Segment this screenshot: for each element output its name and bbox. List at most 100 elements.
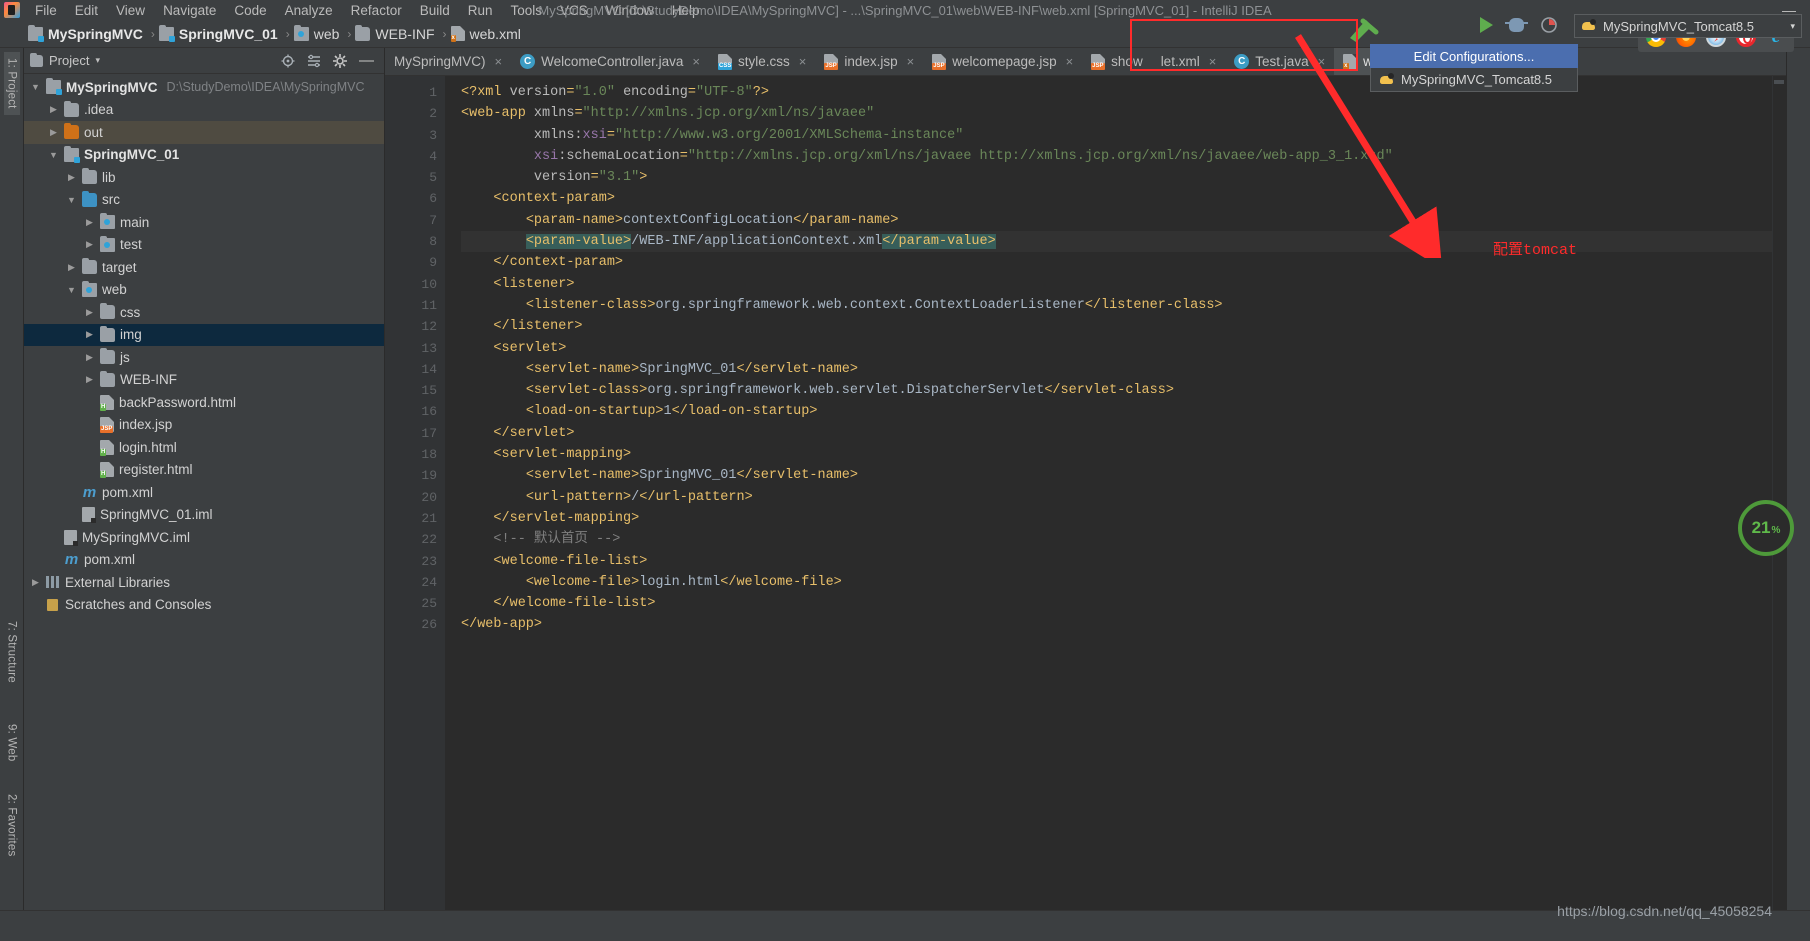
code-line-6[interactable]: <context-param> — [461, 188, 1772, 209]
code-line-10[interactable]: <listener> — [461, 274, 1772, 295]
code-line-19[interactable]: <servlet-name>SpringMVC_01</servlet-name… — [461, 465, 1772, 486]
close-icon[interactable]: × — [799, 54, 807, 69]
code-line-14[interactable]: <servlet-name>SpringMVC_01</servlet-name… — [461, 359, 1772, 380]
project-tree[interactable]: ▼ MySpringMVC D:\StudyDemo\IDEA\MySpringMV… — [24, 74, 384, 910]
sidebar-item-web[interactable]: 9: Web — [4, 718, 20, 767]
editor-tab-myspringmvc[interactable]: MySpringMVC) × — [385, 48, 511, 75]
tree-item-login-html[interactable]: ▶Hlogin.html — [24, 436, 384, 459]
tree-expand-arrow-icon[interactable]: ▼ — [48, 150, 59, 160]
editor-code[interactable]: <?xml version="1.0" encoding="UTF-8"?> <w… — [445, 76, 1772, 910]
tree-item-main[interactable]: ▶ main — [24, 211, 384, 234]
code-line-3[interactable]: xmlns:xsi="http://www.w3.org/2001/XMLSch… — [461, 125, 1772, 146]
menu-build[interactable]: Build — [411, 2, 459, 19]
menu-tools[interactable]: Tools — [502, 2, 552, 19]
menu-run[interactable]: Run — [459, 2, 502, 19]
code-line-26[interactable]: </web-app> — [461, 614, 1772, 635]
tree-expand-arrow-icon[interactable]: ▶ — [48, 127, 59, 138]
chevron-down-icon[interactable]: ▾ — [1790, 21, 1795, 32]
run-icon[interactable] — [1480, 17, 1493, 33]
code-line-2[interactable]: <web-app xmlns="http://xmlns.jcp.org/xml… — [461, 103, 1772, 124]
tree-item-web[interactable]: ▼ web — [24, 279, 384, 302]
breadcrumb-item-web[interactable]: web — [293, 24, 339, 42]
code-line-21[interactable]: </servlet-mapping> — [461, 508, 1772, 529]
tree-item-myspringmvc[interactable]: ▼ MySpringMVC D:\StudyDemo\IDEA\MySpringMV… — [24, 76, 384, 99]
tree-expand-arrow-icon[interactable]: ▶ — [84, 352, 95, 363]
menu-vcs[interactable]: VCS — [551, 2, 597, 19]
menu-file[interactable]: File — [26, 2, 66, 19]
sidebar-item-project[interactable]: 1: Project — [3, 52, 20, 115]
run-with-coverage-icon[interactable] — [1540, 16, 1558, 34]
tree-expand-arrow-icon[interactable]: ▶ — [84, 374, 95, 385]
close-icon[interactable]: × — [692, 54, 700, 69]
code-line-13[interactable]: <servlet> — [461, 338, 1772, 359]
close-icon[interactable]: × — [1209, 54, 1217, 69]
code-line-16[interactable]: <load-on-startup>1</load-on-startup> — [461, 401, 1772, 422]
tree-item-pom-xml[interactable]: ▶mpom.xml — [24, 481, 384, 504]
hide-panel-icon[interactable]: — — [359, 53, 374, 68]
editor-tab-welcomecontroller-java[interactable]: C WelcomeController.java × — [511, 48, 709, 75]
code-line-18[interactable]: <servlet-mapping> — [461, 444, 1772, 465]
breadcrumb-item-webinf[interactable]: WEB-INF — [355, 24, 435, 42]
menu-navigate[interactable]: Navigate — [154, 2, 225, 19]
menu-help[interactable]: Help — [663, 2, 709, 19]
menu-analyze[interactable]: Analyze — [276, 2, 342, 19]
menu-window[interactable]: Window — [597, 2, 663, 19]
editor-gutter[interactable]: 1 2⊟ 3 4 5 6⊟ 7 8 9┗10⊟ 11 12┗13⊟ 14 15 16 17┗18⊟ 19 20 2… — [385, 76, 460, 910]
code-line-24[interactable]: <welcome-file>login.html</welcome-file> — [461, 572, 1772, 593]
gear-icon[interactable] — [333, 53, 347, 68]
tree-expand-arrow-icon[interactable]: ▶ — [84, 239, 95, 250]
tree-expand-arrow-icon[interactable]: ▶ — [30, 577, 41, 588]
breadcrumb-item-webxml[interactable]: x web.xml — [450, 26, 521, 42]
code-line-20[interactable]: <url-pattern>/</url-pattern> — [461, 487, 1772, 508]
editor-tab-welcomepage-jsp[interactable]: JSP welcomepage.jsp × — [923, 48, 1082, 75]
tree-item-scratches-and-consoles[interactable]: ▶Scratches and Consoles — [24, 594, 384, 617]
tree-item-css[interactable]: ▶ css — [24, 301, 384, 324]
run-configuration-button[interactable]: MySpringMVC_Tomcat8.5 ▾ — [1574, 14, 1802, 38]
menu-code[interactable]: Code — [225, 2, 275, 19]
collapse-all-icon[interactable] — [307, 54, 321, 68]
run-configuration-dropdown-menu[interactable]: Edit Configurations... MySpringMVC_Tomca… — [1370, 44, 1578, 92]
tree-item-pom-xml[interactable]: ▶mpom.xml — [24, 549, 384, 572]
tree-item-backpassword-html[interactable]: ▶HbackPassword.html — [24, 391, 384, 414]
code-line-11[interactable]: <listener-class>org.springframework.web.… — [461, 295, 1772, 316]
code-line-5[interactable]: version="3.1"> — [461, 167, 1772, 188]
tree-expand-arrow-icon[interactable]: ▶ — [84, 307, 95, 318]
editor-tab-index-jsp[interactable]: JSP index.jsp × — [815, 48, 923, 75]
tree-item-web-inf[interactable]: ▶ WEB-INF — [24, 369, 384, 392]
tree-item-index-jsp[interactable]: ▶JSPindex.jsp — [24, 414, 384, 437]
menu-item-tomcat-config-2[interactable]: MySpringMVC_Tomcat8.5 — [1370, 68, 1578, 92]
code-line-7[interactable]: <param-name>contextConfigLocation</param… — [461, 210, 1772, 231]
tree-expand-arrow-icon[interactable]: ▶ — [48, 104, 59, 115]
breadcrumb-item-myspringmvc[interactable]: MySpringMVC — [28, 24, 143, 42]
tree-expand-arrow-icon[interactable]: ▼ — [66, 195, 77, 205]
tree-expand-arrow-icon[interactable]: ▶ — [66, 172, 77, 183]
tree-item-register-html[interactable]: ▶Hregister.html — [24, 459, 384, 482]
menu-view[interactable]: View — [107, 2, 154, 19]
tree-item-target[interactable]: ▶ target — [24, 256, 384, 279]
code-line-15[interactable]: <servlet-class>org.springframework.web.s… — [461, 380, 1772, 401]
sidebar-item-favorites[interactable]: 2: Favorites — [4, 788, 20, 862]
menu-item-edit-configurations[interactable]: Edit Configurations... — [1370, 44, 1578, 68]
tree-item-src[interactable]: ▼ src — [24, 189, 384, 212]
tree-item-myspringmvc-iml[interactable]: ▶MySpringMVC.iml — [24, 526, 384, 549]
sidebar-item-structure[interactable]: 7: Structure — [4, 615, 20, 689]
tree-expand-arrow-icon[interactable]: ▶ — [84, 329, 95, 340]
code-line-25[interactable]: </welcome-file-list> — [461, 593, 1772, 614]
tree-item-img[interactable]: ▶ img — [24, 323, 384, 346]
tree-item-idea[interactable]: ▶ .idea — [24, 99, 384, 122]
close-icon[interactable]: × — [1066, 54, 1074, 69]
code-line-17[interactable]: </servlet> — [461, 423, 1772, 444]
close-icon[interactable]: × — [1318, 54, 1326, 69]
tree-item-springmvc-01-iml[interactable]: ▶SpringMVC_01.iml — [24, 504, 384, 527]
tree-expand-arrow-icon[interactable]: ▼ — [30, 82, 41, 92]
editor-tab-style-css[interactable]: CSS style.css × — [709, 48, 815, 75]
editor-tab-show[interactable]: JSP show — [1082, 48, 1152, 75]
editor-tab-let-xml[interactable]: let.xml × — [1152, 48, 1226, 75]
chevron-down-icon[interactable]: ▾ — [95, 55, 100, 66]
tree-expand-arrow-icon[interactable]: ▶ — [84, 217, 95, 228]
run-configuration-selector[interactable]: MySpringMVC_Tomcat8.5 ▾ — [1574, 14, 1802, 38]
tree-item-out[interactable]: ▶ out — [24, 121, 384, 144]
locate-target-icon[interactable] — [281, 54, 295, 68]
code-line-23[interactable]: <welcome-file-list> — [461, 551, 1772, 572]
close-icon[interactable]: × — [495, 54, 503, 69]
